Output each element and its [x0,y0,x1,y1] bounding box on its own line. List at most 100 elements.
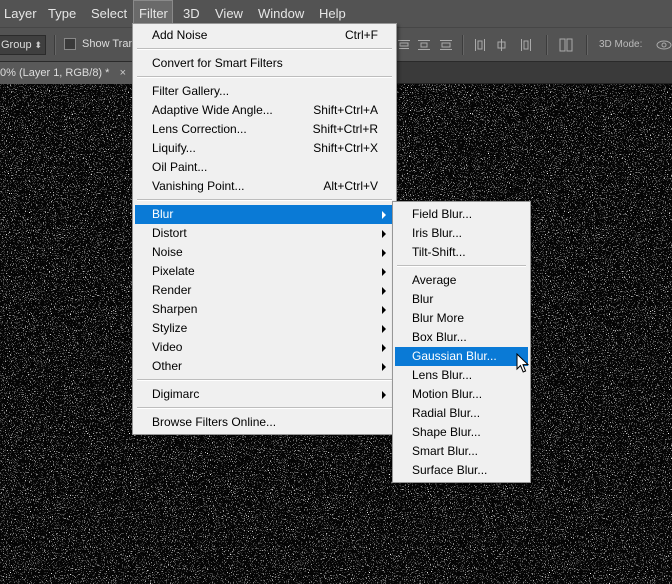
auto-align-icon[interactable] [558,37,574,53]
blur-menu-item-iris-blur[interactable]: Iris Blur... [395,224,528,243]
toolbar-divider [54,35,56,55]
distribute-right-icon[interactable] [518,37,534,53]
menu-item-label: Tilt-Shift... [412,245,466,259]
blur-menu-item-blur-more[interactable]: Blur More [395,309,528,328]
toolbar-divider [586,35,588,55]
3d-mode-label: 3D Mode: [599,39,643,50]
distribute-left-icon[interactable] [472,37,488,53]
menu-item-label: Stylize [152,321,188,335]
filter-menu-item-stylize[interactable]: Stylize [135,319,394,338]
blur-menu-item-shape-blur[interactable]: Shape Blur... [395,423,528,442]
filter-menu-item-convert-for-smart-filters[interactable]: Convert for Smart Filters [135,54,394,73]
filter-menu-item-digimarc[interactable]: Digimarc [135,385,394,404]
submenu-arrow-icon [382,249,386,257]
menu-item-shortcut: Shift+Ctrl+A [313,103,378,117]
document-tab[interactable]: 0% (Layer 1, RGB/8) * × [0,62,132,84]
filter-menu-item-lens-correction[interactable]: Lens Correction... Shift+Ctrl+R [135,120,394,139]
menu-item-label: Lens Blur... [412,368,473,382]
menu-item-label: Blur [412,292,434,306]
menu-item-label: Iris Blur... [412,226,463,240]
menu-item-label: Surface Blur... [412,463,488,477]
auto-select-dropdown[interactable]: Group ⬍ [0,35,46,55]
filter-menu-item-blur[interactable]: Blur [135,205,394,224]
document-tab-title: 0% (Layer 1, RGB/8) * [0,67,110,79]
blur-menu-item-gaussian-blur[interactable]: Gaussian Blur... [395,347,528,366]
align-bottom-icon[interactable] [438,37,454,53]
submenu-arrow-icon [382,325,386,333]
blur-menu-item-box-blur[interactable]: Box Blur... [395,328,528,347]
menu-item-label: Add Noise [152,28,208,42]
blur-menu-item-smart-blur[interactable]: Smart Blur... [395,442,528,461]
filter-menu-item-oil-paint[interactable]: Oil Paint... [135,158,394,177]
menu-item-label: Digimarc [152,387,200,401]
menu-separator [137,379,392,381]
filter-menu-item-other[interactable]: Other [135,357,394,376]
menu-item-label: Noise [152,245,183,259]
menu-layer[interactable]: Layer [0,0,43,27]
menu-item-label: Render [152,283,192,297]
mouse-cursor-icon [516,352,530,374]
submenu-arrow-icon [382,287,386,295]
filter-menu-item-vanishing-point[interactable]: Vanishing Point... Alt+Ctrl+V [135,177,394,196]
filter-menu-item-liquify[interactable]: Liquify... Shift+Ctrl+X [135,139,394,158]
blur-menu-item-radial-blur[interactable]: Radial Blur... [395,404,528,423]
close-icon[interactable]: × [120,62,126,84]
blur-menu-item-average[interactable]: Average [395,271,528,290]
filter-menu-item-add-noise[interactable]: Add Noise Ctrl+F [135,26,394,45]
menu-item-label: Gaussian Blur... [412,349,497,363]
filter-menu-item-sharpen[interactable]: Sharpen [135,300,394,319]
filter-menu-item-pixelate[interactable]: Pixelate [135,262,394,281]
distribute-hcenter-icon[interactable] [494,37,510,53]
menu-item-shortcut: Ctrl+F [345,28,378,42]
filter-menu-item-adaptive-wide-angle[interactable]: Adaptive Wide Angle... Shift+Ctrl+A [135,101,394,120]
menu-item-label: Liquify... [152,141,196,155]
show-transform-checkbox[interactable] [64,38,76,50]
menu-item-label: Oil Paint... [152,160,208,174]
menu-item-label: Sharpen [152,302,198,316]
menu-separator [137,76,392,78]
menu-type[interactable]: Type [42,0,82,27]
updown-arrows-icon: ⬍ [34,40,42,50]
blur-menu-item-surface-blur[interactable]: Surface Blur... [395,461,528,480]
menu-item-shortcut: Shift+Ctrl+X [313,141,378,155]
menu-separator [397,265,526,267]
blur-menu-item-lens-blur[interactable]: Lens Blur... [395,366,528,385]
menu-separator [137,407,392,409]
blur-submenu: Field Blur... Iris Blur... Tilt-Shift... Av… [392,201,531,483]
menu-item-label: Browse Filters Online... [152,415,277,429]
menu-item-label: Lens Correction... [152,122,247,136]
submenu-arrow-icon [382,391,386,399]
3d-orbit-icon[interactable] [656,37,672,53]
blur-menu-item-blur[interactable]: Blur [395,290,528,309]
menu-item-label: Blur More [412,311,465,325]
menu-separator [137,199,392,201]
menu-item-label: Field Blur... [412,207,473,221]
align-top-icon[interactable] [396,37,412,53]
menu-item-label: Video [152,340,183,354]
menu-item-shortcut: Alt+Ctrl+V [323,179,378,193]
blur-menu-item-motion-blur[interactable]: Motion Blur... [395,385,528,404]
filter-menu-item-video[interactable]: Video [135,338,394,357]
menu-separator [137,48,392,50]
menu-item-label: Blur [152,207,174,221]
submenu-arrow-icon [382,344,386,352]
blur-menu-item-field-blur[interactable]: Field Blur... [395,205,528,224]
filter-menu-item-distort[interactable]: Distort [135,224,394,243]
menu-item-label: Pixelate [152,264,195,278]
filter-menu-item-noise[interactable]: Noise [135,243,394,262]
submenu-arrow-icon [382,306,386,314]
filter-menu: Add Noise Ctrl+F Convert for Smart Filters… [132,23,397,435]
filter-menu-item-render[interactable]: Render [135,281,394,300]
menu-item-shortcut: Shift+Ctrl+R [312,122,378,136]
filter-menu-item-browse-filters-online[interactable]: Browse Filters Online... [135,413,394,432]
submenu-arrow-icon [382,268,386,276]
filter-menu-item-filter-gallery[interactable]: Filter Gallery... [135,82,394,101]
blur-menu-item-tilt-shift[interactable]: Tilt-Shift... [395,243,528,262]
menu-item-label: Filter Gallery... [152,84,230,98]
menu-item-label: Smart Blur... [412,444,479,458]
menu-select[interactable]: Select [85,0,133,27]
menu-item-label: Shape Blur... [412,425,481,439]
align-vcenter-icon[interactable] [416,37,432,53]
toolbar-divider [546,35,548,55]
submenu-arrow-icon [382,211,386,219]
